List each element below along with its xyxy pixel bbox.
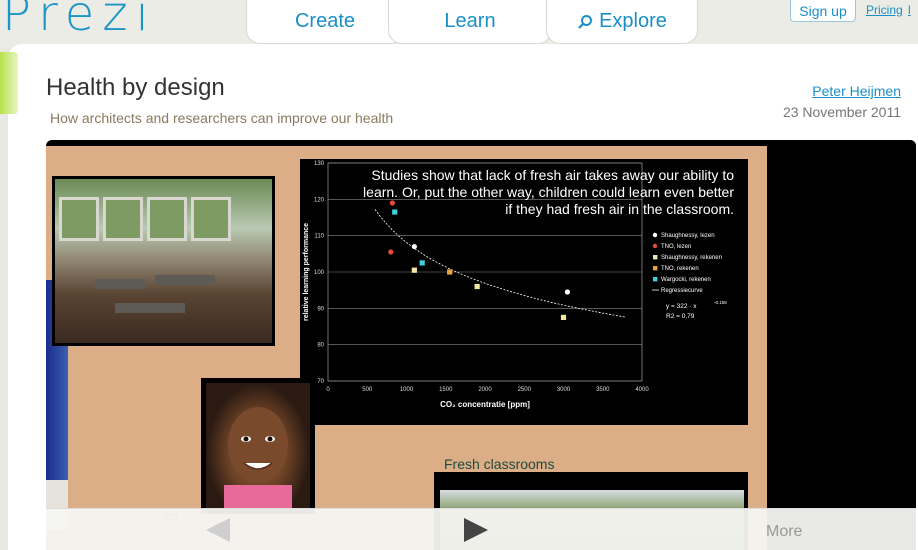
- next-button[interactable]: [462, 517, 490, 543]
- classroom-window: [103, 197, 143, 241]
- co2-chart: 70 80 90 100 110 120 130 0 500 1000 1500 2000 2500 30…: [300, 159, 748, 425]
- x-axis-label: CO₂ concentratie [ppm]: [440, 400, 530, 409]
- x-tick-label: 3500: [596, 387, 610, 393]
- legend-marker: [652, 232, 658, 238]
- legend-label: Shaughnessy, rekenen: [661, 255, 722, 261]
- tab-explore[interactable]: Explore: [546, 0, 698, 44]
- legend-label: Wargocki, rekenen: [661, 277, 711, 283]
- y-tick-label: 110: [314, 234, 324, 240]
- data-point: [419, 260, 425, 266]
- tab-create-label: Create: [294, 10, 356, 32]
- top-bar: Prezi Create Learn Explore Sign up Prici…: [0, 0, 918, 48]
- legend-marker: [653, 277, 658, 282]
- prezi-canvas[interactable]: 70 80 90 100 110 120 130 0 500 1000 1500 2000 2500 30…: [46, 146, 767, 550]
- pricing-link[interactable]: Pricing: [866, 3, 903, 17]
- data-point: [411, 267, 417, 273]
- prezi-viewer[interactable]: 70 80 90 100 110 120 130 0 500 1000 1500 2000 2500 30…: [46, 140, 916, 550]
- viewer-nav-bar: More: [46, 508, 916, 550]
- y-tick-label: 90: [317, 306, 324, 312]
- classroom-window: [59, 197, 99, 241]
- legend-marker: [653, 266, 658, 271]
- x-tick-label: 4000: [635, 387, 649, 393]
- tab-explore-label: Explore: [599, 10, 667, 32]
- classroom-photo-image: [55, 179, 272, 343]
- legend-marker: [652, 243, 658, 249]
- x-tick-label: 2500: [518, 387, 532, 393]
- arrow-left-icon: [206, 518, 230, 542]
- tab-create[interactable]: Create: [246, 0, 404, 44]
- chart-caption: Studies show that lack of fresh air take…: [363, 167, 734, 217]
- legend-label: Regressiecurve: [661, 288, 703, 294]
- tab-learn[interactable]: Learn: [388, 0, 552, 44]
- legend-label: Shaughnessy, lezen: [661, 233, 715, 239]
- child-photo-image: [206, 383, 310, 509]
- child-photo: [201, 378, 315, 514]
- arrow-right-icon: [464, 518, 488, 542]
- y-tick-label: 70: [317, 379, 324, 385]
- y-tick-label: 100: [314, 270, 325, 276]
- y-tick-label: 130: [314, 161, 325, 167]
- classroom-window: [191, 197, 231, 241]
- regression-equation: y = 322 · x: [666, 303, 697, 310]
- x-tick-label: 1500: [439, 387, 453, 393]
- more-button[interactable]: More: [766, 523, 802, 541]
- author-link[interactable]: Peter Heijmen: [812, 83, 901, 99]
- legend-label: TNO, rekenen: [661, 266, 699, 272]
- regression-exponent: -0.158: [714, 300, 727, 305]
- classroom-desk: [115, 303, 185, 313]
- page-title: Health by design: [46, 74, 225, 101]
- feedback-tab[interactable]: [0, 52, 18, 114]
- viewer-margin: [767, 140, 916, 550]
- signup-button[interactable]: Sign up: [790, 0, 856, 22]
- y-tick-label: 120: [314, 197, 325, 203]
- fresh-classrooms-title: Fresh classrooms: [444, 456, 555, 472]
- data-point: [560, 314, 567, 321]
- data-point: [474, 283, 480, 290]
- search-icon: [578, 14, 593, 29]
- classroom-desk: [95, 279, 145, 289]
- y-axis-label: relative learning performance: [303, 223, 310, 321]
- data-point: [564, 289, 571, 295]
- regression-r2: R2 = 0.79: [666, 313, 695, 320]
- classroom-photo: [52, 176, 275, 346]
- legend-label: TNO, lezen: [661, 244, 691, 250]
- child-face: [224, 407, 292, 509]
- x-tick-label: 2000: [478, 387, 492, 393]
- page-subtitle: How architects and researchers can impro…: [50, 110, 394, 126]
- tab-learn-label: Learn: [444, 10, 496, 32]
- classroom-desk: [155, 275, 215, 285]
- x-tick-label: 3000: [557, 387, 571, 393]
- prezi-logo[interactable]: Prezi: [2, 0, 157, 42]
- x-tick-label: 500: [362, 387, 373, 393]
- x-tick-label: 0: [326, 387, 330, 393]
- x-tick-label: 1000: [400, 387, 414, 393]
- data-point: [447, 269, 453, 275]
- legend-marker: [653, 255, 658, 260]
- y-tick-label: 80: [317, 343, 324, 349]
- previous-button[interactable]: [204, 517, 232, 543]
- data-point: [388, 249, 394, 255]
- data-point: [411, 243, 417, 250]
- classroom-window: [147, 197, 187, 241]
- publish-date: 23 November 2011: [782, 104, 901, 120]
- cut-off-link[interactable]: l: [908, 3, 911, 17]
